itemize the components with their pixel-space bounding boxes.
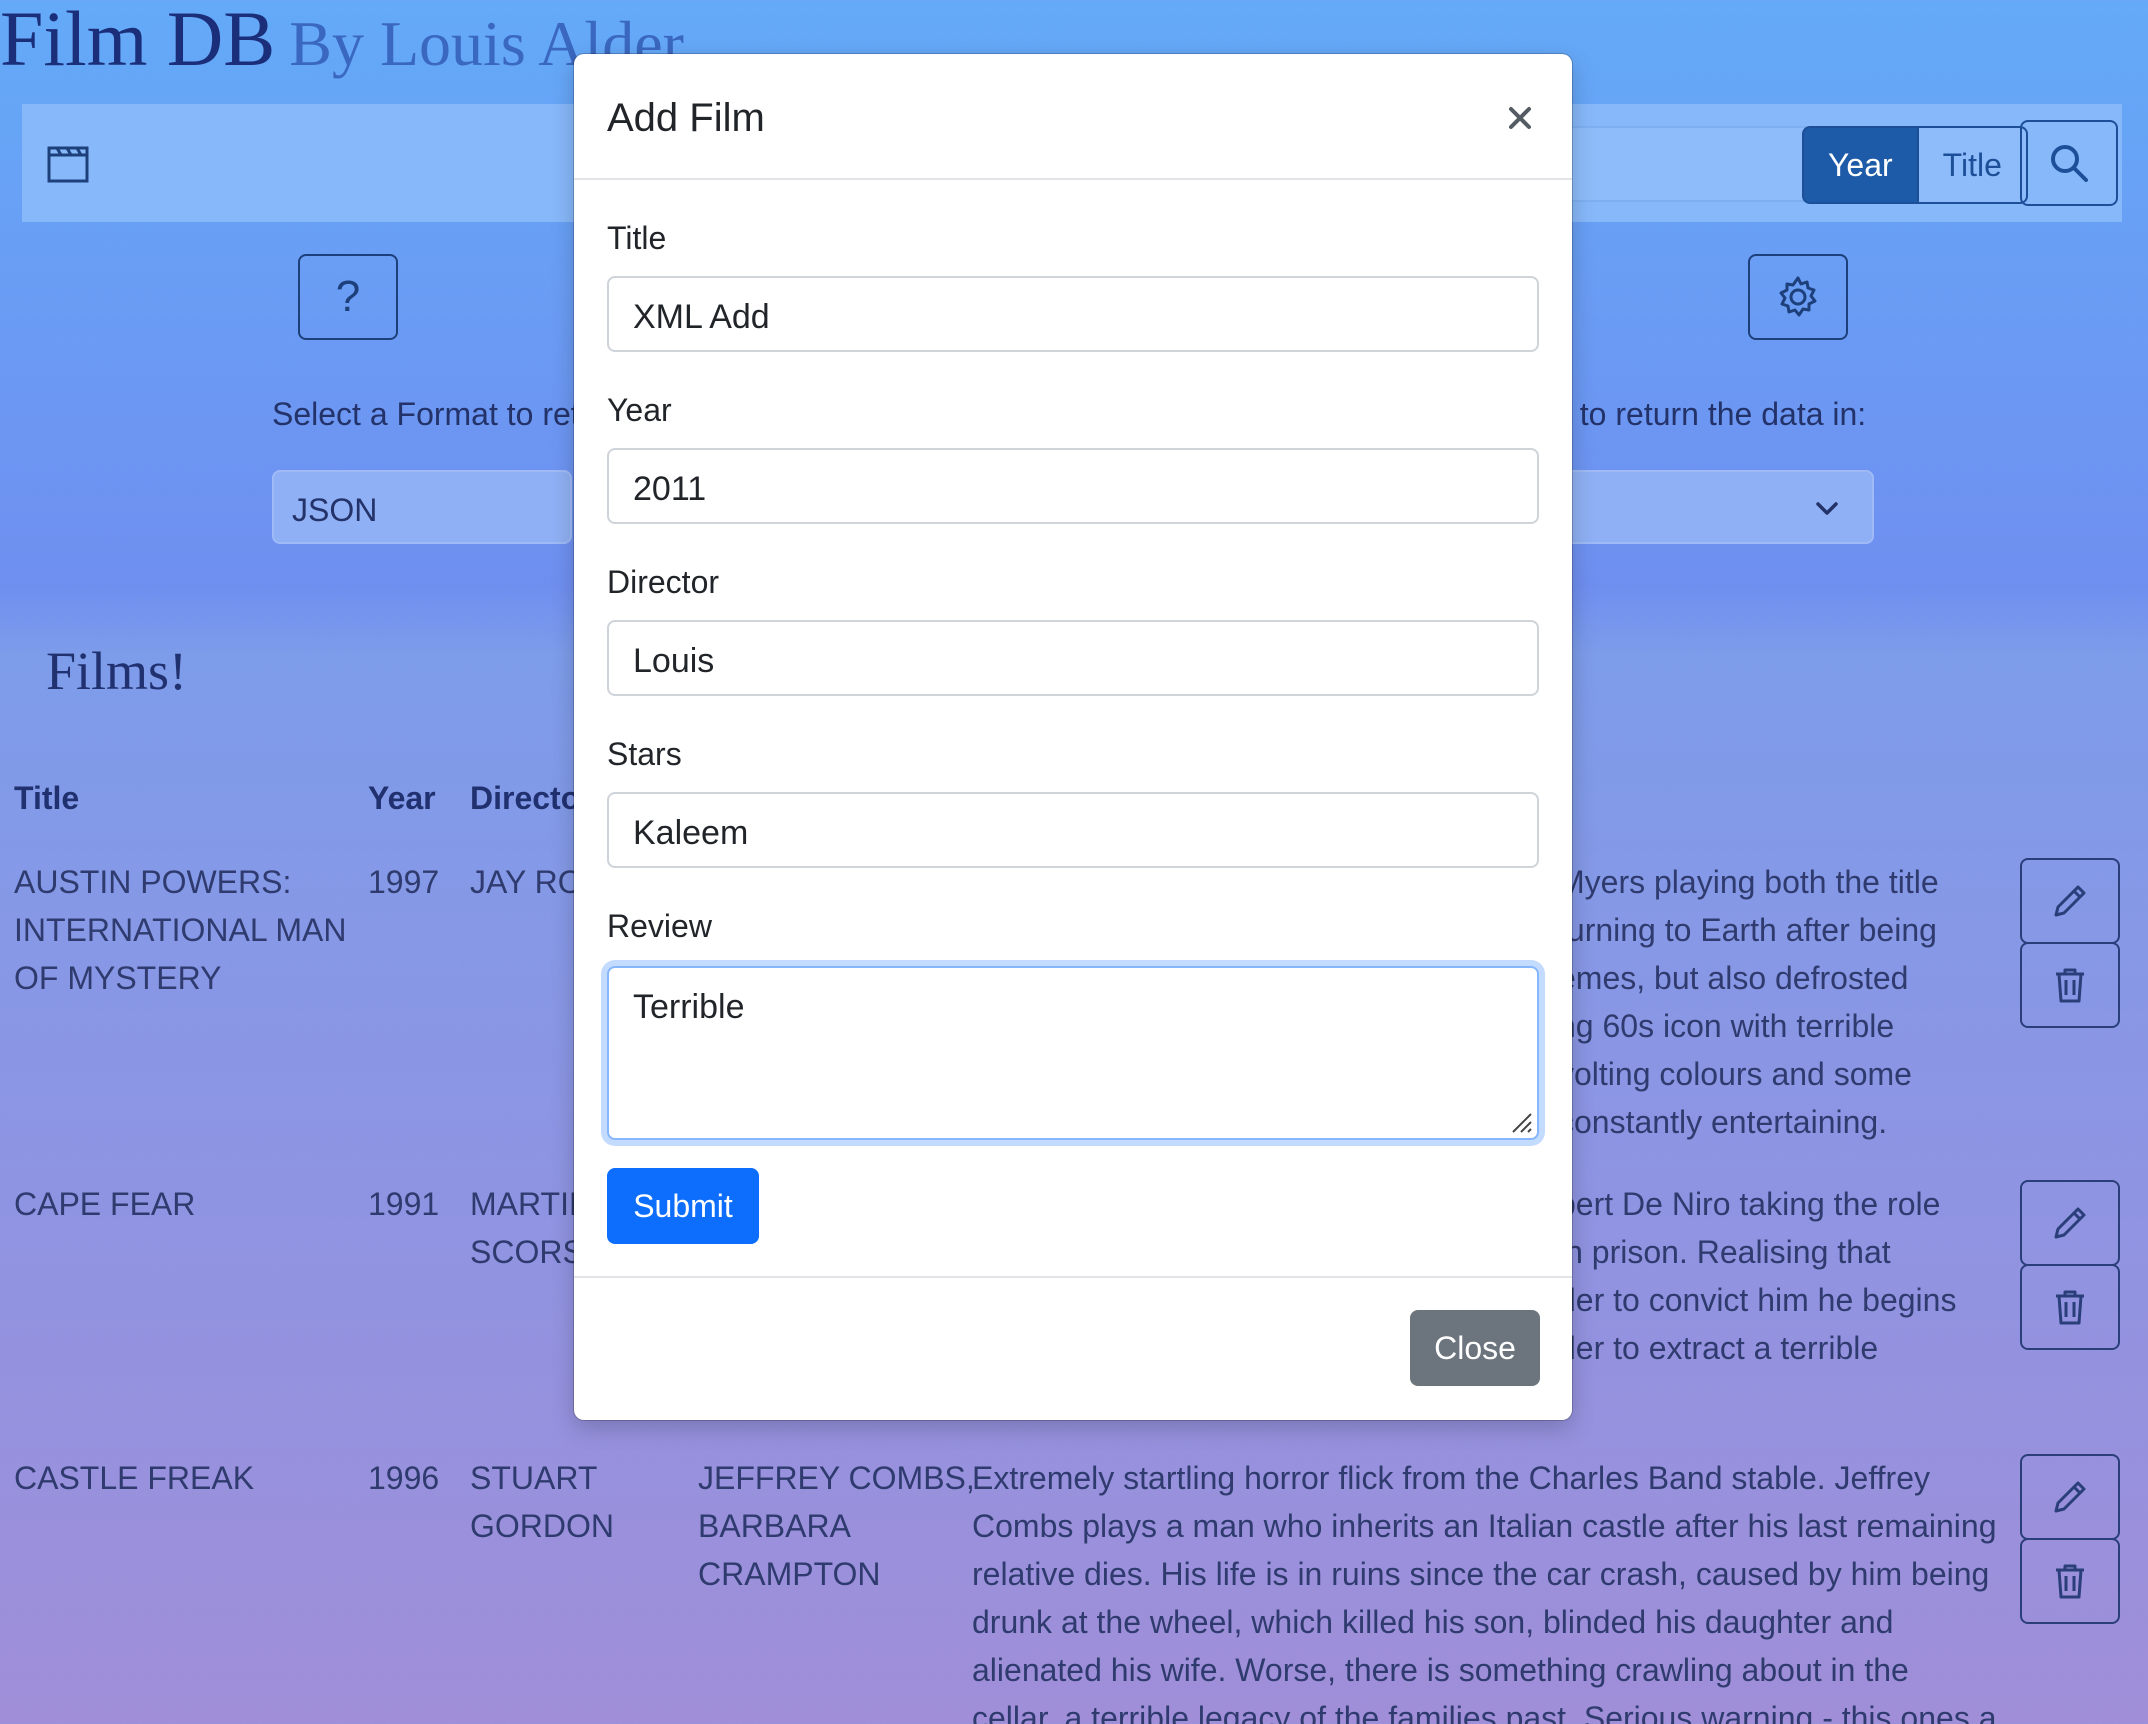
modal-header: Add Film [574, 54, 1572, 180]
resize-handle-icon[interactable] [1507, 1108, 1533, 1134]
close-icon[interactable] [1502, 100, 1538, 136]
film-review-line: Myers playing both the title [1558, 864, 1939, 900]
film-title-line: CAPE FEAR [14, 1186, 196, 1222]
app-title-main: Film DB [0, 0, 276, 82]
film-title-line: CASTLE FREAK [14, 1460, 255, 1496]
add-film-modal: Add Film Title XML Add Year 2011 Directo… [574, 54, 1572, 1420]
film-year-cell: 1997 [368, 864, 440, 900]
trash-icon [2056, 968, 2084, 1003]
trash-icon [2056, 1290, 2084, 1325]
delete-film-button[interactable] [2020, 942, 2120, 1028]
film-review-line: alienated his wife. Worse, there is some… [972, 1652, 1909, 1688]
gear-icon [1779, 276, 1817, 317]
chevron-down-icon [1816, 502, 1838, 515]
review-text: Terrible [633, 988, 745, 1026]
column-header-title: Title [14, 780, 80, 816]
film-stars-line: JEFFREY COMBS, [698, 1460, 975, 1496]
close-button[interactable]: Close [1410, 1310, 1540, 1386]
column-header-year: Year [368, 780, 436, 816]
year-field[interactable]: 2011 [607, 448, 1539, 524]
review-label: Review [607, 908, 712, 944]
search-icon [2051, 145, 2088, 182]
pencil-icon [2054, 1481, 2086, 1513]
film-review-line: relative dies. His life is in ruins sinc… [972, 1556, 1990, 1592]
settings-button[interactable] [1748, 254, 1848, 340]
search-by-title-button[interactable]: Title [1918, 126, 2028, 204]
film-director-line: GORDON [470, 1508, 614, 1544]
film-review-line: constantly entertaining. [1558, 1104, 1888, 1140]
film-year-cell: 1996 [368, 1460, 440, 1496]
film-review-line: der to convict him he begins [1558, 1282, 1957, 1318]
help-button[interactable]: ? [298, 254, 398, 340]
film-review-line: Extremely startling horror flick from th… [972, 1460, 1930, 1496]
modal-title: Add Film [607, 96, 765, 140]
stars-field[interactable]: Kaleem [607, 792, 1539, 868]
title-label: Title [607, 220, 667, 256]
delete-film-button[interactable] [2020, 1538, 2120, 1624]
film-stars-cell: JEFFREY COMBS, BARBARA CRAMPTON [698, 1454, 975, 1598]
submit-button[interactable]: Submit [607, 1168, 759, 1244]
column-header-director: Directo [470, 780, 581, 816]
pencil-icon [2054, 1207, 2086, 1239]
films-heading: Films! [46, 641, 188, 701]
pencil-icon [2054, 885, 2086, 917]
film-review-line: ng 60s icon with terrible [1558, 1008, 1895, 1044]
format-label-right: t to return the data in: [1562, 396, 1867, 432]
trash-icon [2056, 1564, 2084, 1599]
title-field[interactable]: XML Add [607, 276, 1539, 352]
stars-label: Stars [607, 736, 682, 772]
film-director-line: STUART [470, 1460, 598, 1496]
film-title-cell: CASTLE FREAK [14, 1454, 354, 1502]
film-title-cell: AUSTIN POWERS: INTERNATIONAL MAN OF MYST… [14, 858, 354, 1002]
format-label: Select a Format to ret [272, 396, 580, 432]
film-review-line: in prison. Realising that [1558, 1234, 1891, 1270]
film-review-line: emes, but also defrosted [1558, 960, 1909, 996]
film-review-cell: Extremely startling horror flick from th… [972, 1454, 1997, 1724]
edit-film-button[interactable] [2020, 1180, 2120, 1266]
film-review-line: cellar, a terrible legacy of the familie… [972, 1700, 1997, 1724]
search-input[interactable] [1562, 126, 1810, 202]
film-title-line: AUSTIN POWERS: [14, 864, 292, 900]
format-select[interactable]: JSON [272, 470, 572, 544]
film-review-line: drunk at the wheel, which killed his son… [972, 1604, 1894, 1640]
film-review-line: bert De Niro taking the role [1558, 1186, 1941, 1222]
film-review-line: volting colours and some [1558, 1056, 1912, 1092]
director-field[interactable]: Louis [607, 620, 1539, 696]
delete-film-button[interactable] [2020, 1264, 2120, 1350]
clapperboard-icon[interactable] [46, 144, 90, 184]
search-by-year-button[interactable]: Year [1802, 126, 1919, 204]
film-review-line: turning to Earth after being [1558, 912, 1937, 948]
edit-film-button[interactable] [2020, 1454, 2120, 1540]
film-title-cell: CAPE FEAR [14, 1180, 354, 1228]
search-button[interactable] [2020, 120, 2118, 206]
year-label: Year [607, 392, 672, 428]
film-review-cell: bert De Niro taking the role in prison. … [1558, 1180, 1956, 1372]
film-director-cell: STUART GORDON [470, 1454, 614, 1550]
search-type-group: Year Title [1802, 126, 2028, 204]
review-textarea[interactable]: Terrible [607, 966, 1539, 1140]
director-label: Director [607, 564, 720, 600]
page: Film DB By Louis Alder Year Title ? Selec… [0, 0, 2148, 1724]
film-review-line: der to extract a terrible [1558, 1330, 1879, 1366]
film-year-cell: 1991 [368, 1186, 440, 1222]
film-stars-line: BARBARA [698, 1508, 851, 1544]
film-title-line: INTERNATIONAL MAN [14, 912, 347, 948]
film-review-line: Combs plays a man who inherits an Italia… [972, 1508, 1997, 1544]
film-stars-line: CRAMPTON [698, 1556, 881, 1592]
film-review-cell: Myers playing both the title turning to … [1558, 858, 1939, 1146]
film-title-line: OF MYSTERY [14, 960, 222, 996]
modal-footer-divider [574, 1276, 1572, 1278]
edit-film-button[interactable] [2020, 858, 2120, 944]
format-select-right[interactable] [1560, 470, 1874, 544]
